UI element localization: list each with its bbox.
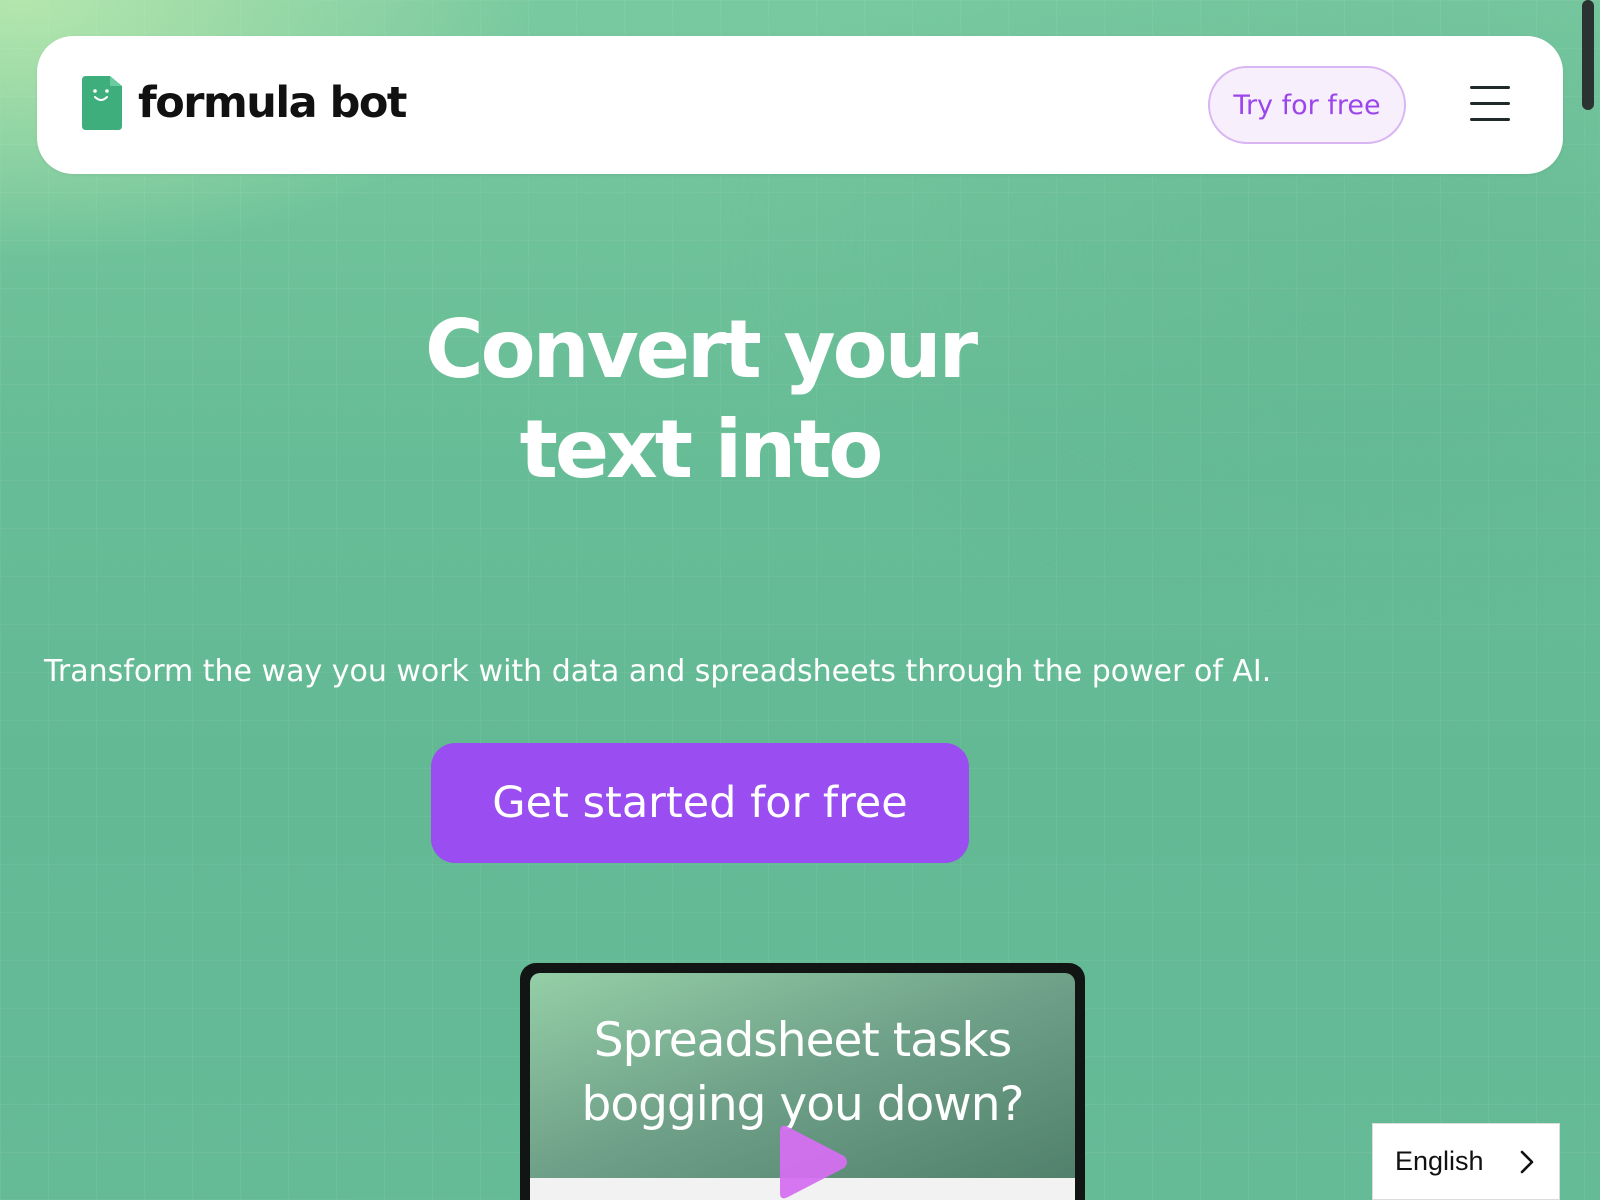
get-started-button[interactable]: Get started for free — [431, 743, 969, 863]
chevron-right-icon — [1520, 1150, 1534, 1174]
video-headline-line-1: Spreadsheet tasks — [593, 1013, 1012, 1068]
smiling-document-icon — [82, 76, 122, 130]
hero-title-line-2: text into — [519, 403, 884, 496]
hero-title-line-1: Convert your — [424, 303, 978, 396]
hamburger-menu-icon[interactable] — [1470, 86, 1514, 124]
hero-title: Convert your text into — [380, 300, 1020, 500]
video-headline: Spreadsheet tasks bogging you down? — [530, 1009, 1075, 1137]
try-for-free-button[interactable]: Try for free — [1208, 66, 1406, 144]
site-header: formula bot Try for free — [37, 36, 1563, 174]
language-label: English — [1395, 1146, 1484, 1176]
logo[interactable]: formula bot — [82, 76, 407, 130]
play-icon[interactable] — [770, 1123, 850, 1200]
logo-text: formula bot — [138, 78, 407, 128]
language-selector[interactable]: English — [1372, 1123, 1560, 1200]
page-scrollbar[interactable] — [1582, 0, 1594, 110]
hero-subtitle: Transform the way you work with data and… — [44, 654, 1272, 689]
